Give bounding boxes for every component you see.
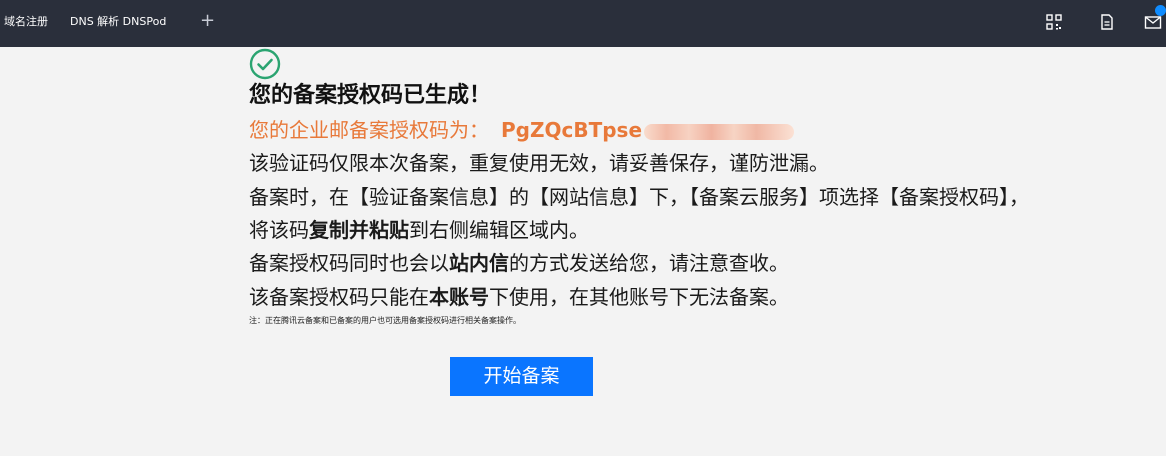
message-notice-prefix: 备案授权码同时也会以 (249, 251, 449, 275)
top-nav-bar: 域名注册 DNS 解析 DNSPod + (0, 0, 1166, 47)
message-notice-suffix: 的方式发送给您，请注意查收。 (509, 251, 789, 275)
copy-instruction-suffix: 到右侧编辑区域内。 (409, 218, 589, 242)
qrcode-icon[interactable] (1045, 13, 1063, 31)
message-notice-emphasis: 站内信 (449, 251, 509, 275)
instruction-text: 备案时，在【验证备案信息】的【网站信息】下，【备案云服务】项选择【备案授权码】， (249, 185, 1029, 209)
authorization-code-line: 您的企业邮备案授权码为： PgZQcBTpse (249, 117, 795, 143)
account-restriction-suffix: 下使用，在其他账号下无法备案。 (489, 285, 789, 309)
account-restriction-prefix: 该备案授权码只能在 (249, 285, 429, 309)
authorization-code-label: 您的企业邮备案授权码为： (249, 118, 489, 142)
tab-dns-dnspod[interactable]: DNS 解析 DNSPod (70, 15, 166, 29)
account-restriction: 该备案授权码只能在本账号下使用，在其他账号下无法备案。 (249, 284, 789, 310)
page-title: 您的备案授权码已生成！ (249, 83, 492, 108)
masked-code-region (644, 123, 795, 140)
warning-text: 该验证码仅限本次备案，重复使用无效，请妥善保存，谨防泄漏。 (249, 151, 829, 175)
authorization-code-value: PgZQcBTpse (501, 118, 643, 142)
footnote: 注：正在腾讯云备案和已备案的用户也可选用备案授权码进行相关备案操作。 (249, 316, 521, 325)
add-tab-icon[interactable]: + (200, 11, 215, 31)
copy-instruction-emphasis: 复制并粘贴 (309, 218, 409, 242)
copy-instruction-prefix: 将该码 (249, 218, 309, 242)
success-check-icon (249, 48, 281, 80)
tab-domain-registration[interactable]: 域名注册 (4, 15, 48, 29)
message-notice: 备案授权码同时也会以站内信的方式发送给您，请注意查收。 (249, 250, 789, 276)
copy-instruction: 将该码复制并粘贴到右侧编辑区域内。 (249, 217, 589, 243)
document-icon[interactable] (1098, 13, 1116, 31)
account-restriction-emphasis: 本账号 (429, 285, 489, 309)
notification-badge (1155, 5, 1166, 16)
start-filing-button[interactable]: 开始备案 (450, 357, 593, 396)
